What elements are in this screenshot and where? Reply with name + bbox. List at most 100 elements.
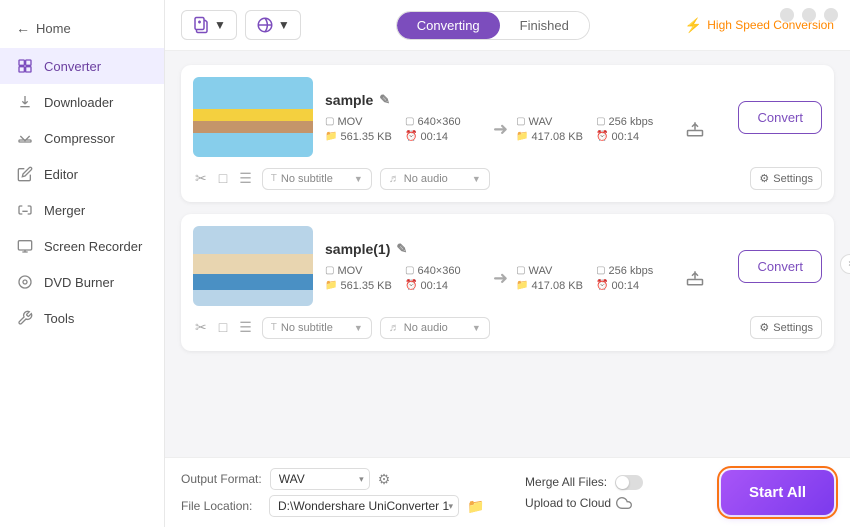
merge-toggle[interactable] [615, 475, 643, 490]
audio-icon-1: ♬ [389, 322, 400, 334]
merger-icon [16, 201, 34, 219]
upload-icon-1 [686, 269, 704, 287]
action-icons-0: ✂ □ ☰ [193, 168, 254, 189]
sidebar-item-label: Compressor [44, 131, 115, 146]
file-meta-0: ▢ MOV 📁 561.35 KB ▢ 640×360 [325, 116, 726, 143]
add-url-chevron: ▼ [278, 18, 290, 32]
back-arrow-icon: ← [16, 20, 30, 36]
sidebar-item-downloader[interactable]: Downloader [0, 84, 164, 120]
editor-icon [16, 165, 34, 183]
bottom-right: Start All [721, 470, 834, 515]
sidebar: ← Home Converter Downloader Compressor E… [0, 0, 165, 527]
source-meta2-1: ▢ 640×360 ⏰ 00:14 [405, 265, 485, 292]
add-file-btn[interactable]: ▼ [181, 10, 237, 40]
audio-select-1[interactable]: ♬ No audio ▼ [380, 317, 490, 339]
edit-name-icon-0[interactable]: ✎ [379, 92, 390, 108]
audio-select-0[interactable]: ♬ No audio ▼ [380, 168, 490, 190]
window-controls: — □ ✕ [780, 8, 838, 22]
thumbnail-0 [193, 77, 313, 157]
folder-icon-0: 📁 [325, 131, 337, 142]
sidebar-item-screen-recorder[interactable]: Screen Recorder [0, 228, 164, 264]
output-format-label: Output Format: [181, 472, 262, 486]
upload-icon-0 [686, 120, 704, 138]
tools-icon [16, 309, 34, 327]
audio-chevron-1: ▼ [472, 323, 481, 333]
sidebar-back-label: Home [36, 21, 71, 36]
convert-btn-1[interactable]: Convert [738, 250, 822, 283]
minimize-btn[interactable]: — [780, 8, 794, 22]
sidebar-item-label: Screen Recorder [44, 239, 142, 254]
upload-btn-0[interactable] [686, 120, 704, 138]
add-url-btn[interactable]: ▼ [245, 10, 301, 40]
file-location-label: File Location: [181, 499, 261, 513]
file-card-top-0: sample ✎ ▢ MOV 📁 561.35 KB [193, 77, 822, 157]
close-btn[interactable]: ✕ [824, 8, 838, 22]
file-location-row: File Location: D:\Wondershare UniConvert… [181, 495, 509, 517]
content-area: sample ✎ ▢ MOV 📁 561.35 KB [165, 51, 850, 457]
sidebar-item-label: DVD Burner [44, 275, 114, 290]
file-location-select-wrap: D:\Wondershare UniConverter 1 [269, 495, 459, 517]
bolt-icon: ⚡ [685, 17, 702, 34]
file-card-bottom-1: ✂ □ ☰ T No subtitle ▼ ♬ No audio ▼ ⚙ Set… [193, 316, 822, 339]
file-location-select[interactable]: D:\Wondershare UniConverter 1 [269, 495, 459, 517]
output-format-select[interactable]: WAV MP3 MP4 MOV [270, 468, 370, 490]
subtitle-select-1[interactable]: T No subtitle ▼ [262, 317, 372, 339]
sidebar-item-compressor[interactable]: Compressor [0, 120, 164, 156]
upload-btn-1[interactable] [686, 269, 704, 287]
add-file-chevron: ▼ [214, 18, 226, 32]
merge-files-label: Merge All Files: [525, 475, 607, 489]
add-url-icon [256, 16, 274, 34]
file-info-1: sample(1) ✎ ▢ MOV 📁 561.35 KB [325, 241, 726, 292]
scissors-icon-0[interactable]: ✂ [193, 168, 209, 189]
sidebar-item-merger[interactable]: Merger [0, 192, 164, 228]
settings-icon-format[interactable]: ⚙ [378, 471, 391, 488]
topbar-left: ▼ ▼ [181, 10, 301, 40]
dvd-burner-icon [16, 273, 34, 291]
target-format-icon-0: ▢ [516, 116, 525, 127]
effects-icon-1[interactable]: ☰ [237, 317, 254, 338]
file-card-bottom-0: ✂ □ ☰ T No subtitle ▼ ♬ No audio ▼ ⚙ Set… [193, 167, 822, 190]
browse-folder-icon[interactable]: 📁 [467, 498, 484, 515]
toggle-knob [616, 476, 629, 489]
convert-arrow-0: ➜ [493, 119, 508, 140]
convert-arrow-1: ➜ [493, 268, 508, 289]
upload-cloud-btn[interactable]: Upload to Cloud [525, 495, 705, 511]
edit-name-icon-1[interactable]: ✎ [396, 241, 407, 257]
convert-btn-0[interactable]: Convert [738, 101, 822, 134]
sidebar-item-editor[interactable]: Editor [0, 156, 164, 192]
file-card-top-1: sample(1) ✎ ▢ MOV 📁 561.35 KB [193, 226, 822, 306]
sidebar-item-converter[interactable]: Converter [0, 48, 164, 84]
target-meta-1: ▢ WAV 📁 417.08 KB [516, 265, 596, 292]
sidebar-back-btn[interactable]: ← Home [0, 12, 164, 44]
target-clock-icon-0: ⏰ [596, 131, 608, 142]
gear-icon-1: ⚙ [759, 321, 769, 334]
compressor-icon [16, 129, 34, 147]
effects-icon-0[interactable]: ☰ [237, 168, 254, 189]
target-meta-0: ▢ WAV 📁 417.08 KB [516, 116, 596, 143]
sidebar-item-label: Merger [44, 203, 85, 218]
maximize-btn[interactable]: □ [802, 8, 816, 22]
tab-converting[interactable]: Converting [397, 12, 500, 39]
output-format-row: Output Format: WAV MP3 MP4 MOV ⚙ [181, 468, 509, 490]
scissors-icon-1[interactable]: ✂ [193, 317, 209, 338]
crop-icon-0[interactable]: □ [217, 168, 229, 189]
start-all-btn[interactable]: Start All [721, 470, 834, 515]
sidebar-item-dvd-burner[interactable]: DVD Burner [0, 264, 164, 300]
downloader-icon [16, 93, 34, 111]
audio-icon-0: ♬ [389, 173, 400, 185]
file-name-1: sample(1) ✎ [325, 241, 726, 257]
settings-btn-0[interactable]: ⚙ Settings [750, 167, 822, 190]
tab-group: Converting Finished [396, 11, 590, 40]
subtitle-select-0[interactable]: T No subtitle ▼ [262, 168, 372, 190]
sidebar-item-tools[interactable]: Tools [0, 300, 164, 336]
bitrate-icon-0: ▢ [596, 116, 605, 127]
res-icon-0: ▢ [405, 116, 414, 127]
crop-icon-1[interactable]: □ [217, 317, 229, 338]
merge-row: Merge All Files: [525, 475, 705, 490]
settings-btn-1[interactable]: ⚙ Settings [750, 316, 822, 339]
sidebar-item-label: Tools [44, 311, 74, 326]
source-meta-1: ▢ MOV 📁 561.35 KB [325, 265, 405, 292]
tab-finished[interactable]: Finished [500, 12, 589, 39]
file-meta-1: ▢ MOV 📁 561.35 KB ▢ 640×360 [325, 265, 726, 292]
target-folder-icon-0: 📁 [516, 131, 528, 142]
